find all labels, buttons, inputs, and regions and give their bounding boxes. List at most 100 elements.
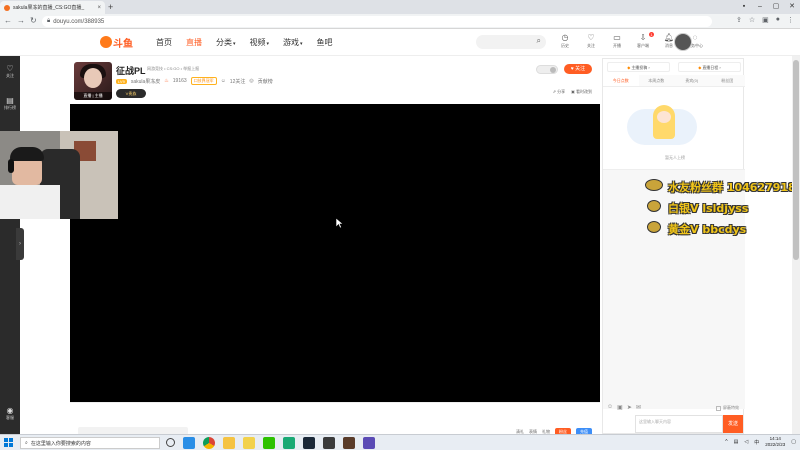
- task-view-icon[interactable]: [166, 438, 175, 447]
- rank-tabs: 今日点数 本周点数 贵宾(0) 粉丝团: [603, 75, 745, 87]
- input-language[interactable]: 中: [754, 439, 759, 446]
- follow-list-button[interactable]: ♡ 关注: [581, 33, 601, 49]
- file-explorer-icon[interactable]: [223, 437, 235, 449]
- logo-fish-icon: [100, 36, 112, 48]
- chat-input[interactable]: 这里输入聊天内容: [635, 415, 723, 433]
- scrollbar-thumb[interactable]: [793, 60, 799, 260]
- follow-button[interactable]: ♥ 关注: [564, 64, 592, 74]
- video-player[interactable]: [70, 104, 600, 402]
- nav-yuba[interactable]: 鱼吧: [317, 37, 333, 48]
- empty-rank-caption: 暂无人上榜: [665, 155, 685, 160]
- sidebar-item-service[interactable]: ◉ 客服: [0, 406, 20, 421]
- url-bar[interactable]: 🔒︎ douyu.com/388935: [42, 16, 712, 27]
- calendar-icon: ◆: [698, 65, 702, 70]
- douyu-logo[interactable]: 斗鱼: [100, 34, 136, 50]
- reload-icon[interactable]: ↻: [30, 16, 37, 25]
- notify-toggle[interactable]: [536, 64, 558, 74]
- share-icon[interactable]: ⇪: [736, 16, 742, 24]
- address-bar-row: ← → ↻ 🔒︎ douyu.com/388935 ⇪ ☆ ▣ ● ⋮: [0, 14, 800, 29]
- avatar-caption: 直播 | 主播: [74, 92, 112, 100]
- sidebar-item-label: 关注: [6, 73, 14, 78]
- level-badge: LV9: [116, 78, 127, 84]
- rank-badge[interactable]: 口技界冠军: [190, 77, 217, 85]
- sidebar-item-label: 客服: [6, 415, 14, 420]
- edge-icon[interactable]: [183, 437, 195, 449]
- taskbar-search-input[interactable]: ⌕ 在这里输入你要搜索的内容: [20, 437, 160, 449]
- gift-icon[interactable]: ✉: [636, 404, 641, 411]
- nav-category[interactable]: 分类: [216, 37, 236, 48]
- profile-icon[interactable]: ●: [776, 16, 780, 24]
- silver-rank-icon: [647, 200, 661, 212]
- right-panel-top: ◆主播投稿 › ◆直播日程 ›: [603, 59, 745, 75]
- forward-arrow-icon[interactable]: →: [17, 16, 25, 25]
- volume-icon[interactable]: ◁: [744, 439, 748, 445]
- windows-start-icon[interactable]: [4, 438, 13, 447]
- steam-icon[interactable]: [303, 437, 315, 449]
- app-game-icon[interactable]: [343, 437, 355, 449]
- browser-tab[interactable]: sakula果冻的直播_CS:GO直播_ ×: [0, 1, 105, 14]
- tab-week[interactable]: 本周点数: [639, 75, 675, 86]
- nav-video[interactable]: 视频: [250, 37, 270, 48]
- app-purple-icon[interactable]: [363, 437, 375, 449]
- site-header: 斗鱼 首页 直播 分类 视频 游戏 鱼吧 ⌕ ◷历史 ♡关注 ▭开播 ⇩1客户端…: [0, 29, 800, 56]
- chrome-icon[interactable]: [203, 437, 215, 449]
- image-icon[interactable]: ▣: [617, 404, 623, 411]
- sidebar-toggle-button[interactable]: ›: [16, 228, 24, 260]
- app-dark-icon[interactable]: [323, 437, 335, 449]
- minimize-button[interactable]: –: [752, 0, 768, 14]
- taskbar-clock[interactable]: 14:14 2022/2/23: [765, 436, 785, 448]
- nav-game[interactable]: 游戏: [283, 37, 303, 48]
- sidebar-item-follow[interactable]: ♡ 关注: [0, 64, 20, 79]
- user-avatar[interactable]: [674, 33, 692, 51]
- send-arrow-icon[interactable]: ➤: [627, 404, 632, 411]
- nav-home[interactable]: 首页: [156, 37, 172, 48]
- page-scrollbar[interactable]: [792, 56, 800, 434]
- tab-today[interactable]: 今日点数: [603, 75, 639, 86]
- room-tags[interactable]: 网游竞技 • CS:GO • 举报上报: [147, 66, 199, 72]
- site-search-input[interactable]: ⌕: [476, 35, 546, 49]
- block-effects-checkbox[interactable]: 屏蔽特效: [716, 405, 739, 411]
- anchor-post-button[interactable]: ◆主播投稿 ›: [607, 62, 670, 72]
- contribution-icon: ◎: [249, 78, 254, 84]
- camera-icon: ▭: [613, 33, 621, 42]
- back-arrow-icon[interactable]: ←: [4, 16, 12, 25]
- tab-close-icon[interactable]: ×: [97, 5, 101, 11]
- right-panel: ◆主播投稿 › ◆直播日程 › 今日点数 本周点数 贵宾(0) 粉丝团 暂无人上…: [602, 58, 745, 434]
- search-icon[interactable]: ⌕: [537, 36, 541, 46]
- app-green-icon[interactable]: [283, 437, 295, 449]
- browser-tab-bar: sakula果冻的直播_CS:GO直播_ × + ▪ – ▢ ✕: [0, 0, 800, 14]
- close-window-button[interactable]: ✕: [784, 0, 800, 14]
- client-button[interactable]: ⇩ 1 客户端: [633, 32, 654, 49]
- vip-badge[interactable]: V贵族: [116, 89, 146, 98]
- bookmark-star-icon[interactable]: ☆: [749, 16, 755, 24]
- live-schedule-button[interactable]: ◆直播日程 ›: [678, 62, 741, 72]
- maximize-button[interactable]: ▢: [768, 0, 784, 14]
- browser-tab-title: sakula果冻的直播_CS:GO直播_: [13, 5, 85, 11]
- send-button[interactable]: 发送: [723, 415, 743, 433]
- extension-icon[interactable]: ▣: [762, 16, 769, 24]
- emoji-icon[interactable]: ☺: [607, 404, 613, 411]
- window-extra-icon[interactable]: ▪: [736, 0, 752, 14]
- contribution-link[interactable]: 贡献榜: [258, 78, 273, 85]
- history-button[interactable]: ◷ 历史: [555, 33, 575, 49]
- network-icon[interactable]: ▤: [734, 439, 739, 445]
- tab-vip[interactable]: 贵宾(0): [674, 75, 710, 86]
- address-bar-icons: ⇪ ☆ ▣ ● ⋮: [736, 16, 794, 24]
- anchor-avatar[interactable]: 直播 | 主播: [74, 62, 112, 100]
- clock-date: 2022/2/23: [765, 442, 786, 447]
- browser-menu-icon[interactable]: ⋮: [787, 16, 794, 24]
- share-button[interactable]: ⇗ 分享: [553, 89, 565, 95]
- notification-icon[interactable]: ▢: [791, 439, 796, 445]
- sidebar-item-rank[interactable]: ▤ 排行榜: [0, 96, 20, 111]
- webcam-overlay: [0, 131, 118, 219]
- anchor-name[interactable]: sakula果冻皮: [131, 78, 160, 85]
- tab-fans[interactable]: 粉丝团: [710, 75, 746, 86]
- nav-live[interactable]: 直播: [186, 37, 202, 48]
- report-button[interactable]: ▣ 看时改到: [571, 89, 592, 95]
- new-tab-button[interactable]: +: [108, 2, 113, 12]
- app-yellow-icon[interactable]: [243, 437, 255, 449]
- tray-arrow-icon[interactable]: ^: [725, 439, 727, 445]
- people-icon: ☺: [220, 78, 226, 84]
- start-stream-button[interactable]: ▭ 开播: [607, 33, 627, 49]
- wechat-icon[interactable]: [263, 437, 275, 449]
